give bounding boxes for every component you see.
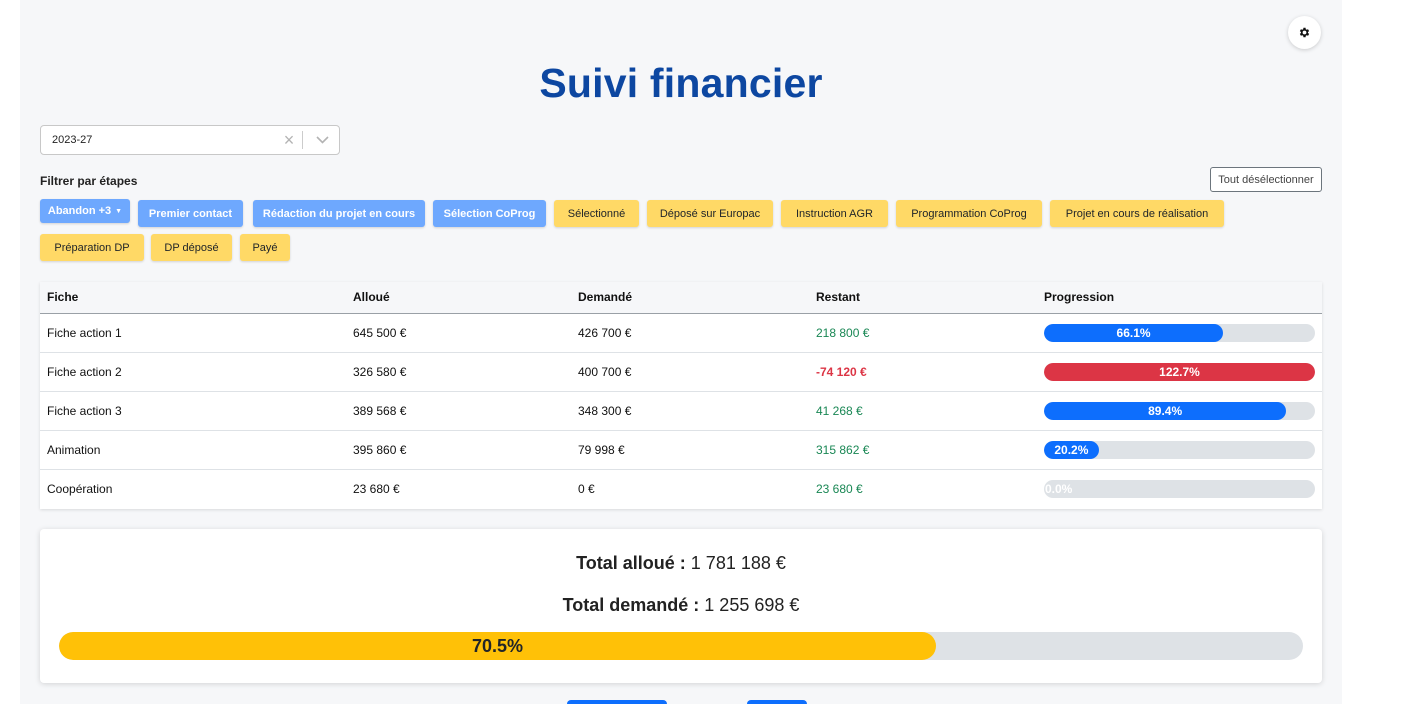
main-panel: Suivi financier 2023-27 × Filtrer par ét… [20,0,1342,704]
filter-label: Filtrer par étapes [40,174,138,188]
chip-programmation-coprog[interactable]: Programmation CoProg [896,200,1042,227]
cell-fiche: Coopération [47,481,113,496]
chip-redaction-projet[interactable]: Rédaction du projet en cours [253,200,425,227]
cell-alloue: 395 860 € [353,442,407,457]
cell-progression: 66.1% [1037,313,1322,352]
settings-button[interactable] [1288,16,1321,49]
chip-label: Abandon +3 [47,205,112,217]
finance-table: Fiche Alloué Demandé Restant Progression… [40,282,1322,509]
chip-dp-depose[interactable]: DP déposé [151,234,232,261]
pagination-button-peek[interactable] [567,700,667,704]
cell-fiche: Fiche action 3 [47,403,122,418]
cell-alloue: 23 680 € [353,481,400,496]
chip-preparation-dp[interactable]: Préparation DP [40,234,144,261]
table-row: Fiche action 3 389 568 € 348 300 € 41 26… [40,391,1322,430]
chip-selection-coprog[interactable]: Sélection CoProg [433,200,546,227]
cell-fiche: Fiche action 2 [47,364,122,379]
progress-fill: 122.7% [1044,362,1315,381]
deselect-all-button[interactable]: Tout désélectionner [1210,167,1322,192]
table-row: Fiche action 1 645 500 € 426 700 € 218 8… [40,313,1322,352]
total-demande-value: 1 255 698 € [704,595,800,615]
cell-fiche: Fiche action 1 [47,325,122,340]
progress-bar: 66.1% [1044,323,1315,342]
cell-demande: 79 998 € [578,442,625,457]
cell-fiche: Animation [47,442,101,457]
table-row: Coopération 23 680 € 0 € 23 680 € 0.0% [40,469,1322,508]
total-alloue: Total alloué : 1 781 188 € [40,553,1322,574]
cell-restant: 41 268 € [816,403,863,418]
table-row: Fiche action 2 326 580 € 400 700 € -74 1… [40,352,1322,391]
progress-bar: 89.4% [1044,401,1315,420]
chip-abandon-dropdown[interactable]: Abandon +3 ▼ [40,199,130,223]
chip-premier-contact[interactable]: Premier contact [138,200,243,227]
cell-progression: 0.0% [1037,469,1322,508]
progress-bar: 122.7% [1044,362,1315,381]
cell-restant: 23 680 € [816,481,863,496]
table-row: Animation 395 860 € 79 998 € 315 862 € 2… [40,430,1322,469]
col-header-restant[interactable]: Restant [809,282,1037,314]
progress-fill: 20.2% [1044,440,1099,459]
select-separator [302,131,303,149]
chevron-down-icon[interactable] [311,136,333,144]
year-select[interactable]: 2023-27 × [40,125,340,155]
gear-icon [1299,27,1310,38]
col-header-fiche[interactable]: Fiche [40,282,346,314]
progress-bar: 0.0% [1044,479,1315,498]
cell-demande: 400 700 € [578,364,632,379]
col-header-alloue[interactable]: Alloué [346,282,571,314]
cell-progression: 122.7% [1037,352,1322,391]
chip-depose-europac[interactable]: Déposé sur Europac [647,200,773,227]
caret-down-icon: ▼ [115,207,123,215]
cell-restant: 315 862 € [816,442,870,457]
progress-fill: 66.1% [1044,323,1224,342]
col-header-progression[interactable]: Progression [1037,282,1322,314]
chip-projet-realisation[interactable]: Projet en cours de réalisation [1050,200,1224,227]
cell-demande: 0 € [578,481,595,496]
cell-alloue: 645 500 € [353,325,407,340]
cell-alloue: 326 580 € [353,364,407,379]
chip-selectionne[interactable]: Sélectionné [554,200,639,227]
chip-instruction-agr[interactable]: Instruction AGR [781,200,888,227]
cell-restant: -74 120 € [816,364,867,379]
page-title: Suivi financier [539,60,823,106]
total-progress-fill: 70.5% [59,632,937,660]
clear-x-icon[interactable]: × [279,131,299,149]
progress-fill: 0.0% [1045,481,1073,496]
total-demande: Total demandé : 1 255 698 € [40,595,1322,616]
step-filter-chips: Abandon +3 ▼ Premier contact Rédaction du… [40,199,1240,269]
progress-fill: 89.4% [1044,401,1287,420]
total-progress-bar: 70.5% [59,632,1303,660]
year-select-value: 2023-27 [52,134,93,146]
cell-progression: 89.4% [1037,391,1322,430]
cell-progression: 20.2% [1037,430,1322,469]
progress-bar: 20.2% [1044,440,1315,459]
total-alloue-value: 1 781 188 € [690,553,786,573]
cell-demande: 348 300 € [578,403,632,418]
table-header-row: Fiche Alloué Demandé Restant Progression [40,282,1322,314]
total-demande-label: Total demandé : [562,595,700,615]
cell-demande: 426 700 € [578,325,632,340]
totals-card: Total alloué : 1 781 188 € Total demandé… [40,529,1322,683]
chip-paye[interactable]: Payé [240,234,290,261]
total-alloue-label: Total alloué : [576,553,686,573]
col-header-demande[interactable]: Demandé [571,282,809,314]
cell-alloue: 389 568 € [353,403,407,418]
cell-restant: 218 800 € [816,325,870,340]
pagination-button-peek[interactable] [747,700,807,704]
